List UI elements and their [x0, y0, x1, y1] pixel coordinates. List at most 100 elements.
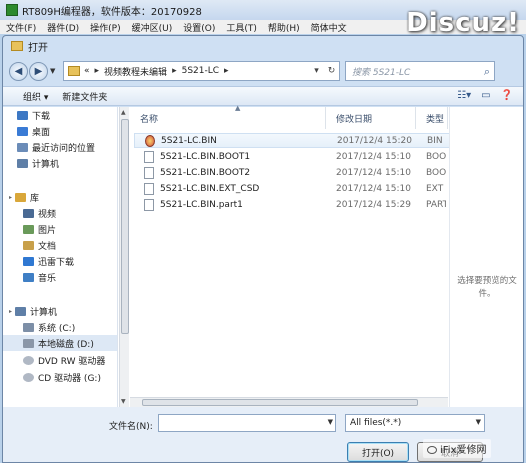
breadcrumb-overflow[interactable]: « — [84, 66, 90, 76]
file-type-select[interactable]: All files(*.*) ▼ — [345, 414, 485, 432]
scrollbar-thumb[interactable] — [121, 119, 129, 334]
nav-item-label: 库 — [30, 193, 40, 204]
refresh-icon[interactable]: ↻ — [324, 66, 339, 76]
menu-buffer[interactable]: 缓冲区(U) — [132, 21, 173, 34]
nav-item-label: 系统 (C:) — [38, 323, 76, 334]
programmer-file-icon — [145, 134, 155, 147]
search-placeholder: 搜索 5S21-LC — [352, 67, 411, 78]
library-icon — [15, 192, 27, 202]
nav-item-label: 计算机 — [30, 307, 58, 318]
scroll-down-icon[interactable]: ▼ — [121, 398, 126, 405]
view-options-icon[interactable]: ☷▾ — [457, 90, 471, 101]
nav-item-label: 图片 — [38, 225, 57, 236]
expand-icon[interactable]: ▸ — [9, 308, 12, 315]
breadcrumb-item[interactable]: 5S21-LC — [182, 66, 219, 76]
download-icon — [17, 110, 28, 120]
search-icon[interactable]: ⌕ — [484, 65, 490, 79]
menu-help[interactable]: 帮助(H) — [268, 21, 300, 34]
horizontal-scrollbar[interactable] — [130, 397, 448, 407]
nav-item-videos[interactable]: 视频 — [23, 205, 56, 221]
nav-item-xunlei[interactable]: 迅雷下载 — [23, 253, 74, 269]
nav-item-desktop[interactable]: 桌面 — [17, 123, 50, 139]
file-row[interactable]: 5S21-LC.BIN.EXT_CSD 2017/12/4 15:10 EXT — [134, 181, 450, 196]
nav-item-documents[interactable]: 文档 — [23, 237, 56, 253]
dialog-footer: 文件名(N): ▼ All files(*.*) ▼ 打开(O) 取消 iFix… — [3, 407, 523, 462]
chevron-down-icon[interactable]: ▼ — [328, 418, 333, 426]
search-input[interactable]: 搜索 5S21-LC ⌕ — [345, 61, 495, 81]
file-type: EXT — [426, 183, 444, 194]
recent-dropdown-icon[interactable]: ▼ — [50, 67, 55, 75]
nav-item-label: 文档 — [38, 241, 57, 252]
forward-button[interactable]: ▶ — [29, 61, 48, 81]
file-icon — [144, 182, 154, 195]
file-icon — [144, 150, 154, 163]
file-date: 2017/12/4 15:10 — [336, 167, 411, 178]
nav-item-label: 迅雷下载 — [38, 257, 75, 268]
column-header-type[interactable]: 类型 — [416, 107, 448, 129]
folder-icon — [68, 66, 80, 76]
filename-input[interactable]: ▼ — [158, 414, 336, 432]
chevron-down-icon[interactable]: ▼ — [476, 418, 481, 426]
nav-item-downloads[interactable]: 下载 — [17, 107, 50, 123]
file-row[interactable]: 5S21-LC.BIN.BOOT1 2017/12/4 15:10 BOOT — [134, 149, 450, 164]
help-icon[interactable]: ❓ — [501, 90, 513, 101]
open-dialog: 打开 ◀ ▶ ▼ « ▸ 视频教程未编辑 ▸ 5S21-LC ▸ ▾ ↻ 搜索 … — [2, 35, 524, 463]
breadcrumb-separator-icon[interactable]: ▸ — [224, 66, 229, 76]
preview-pane-icon[interactable]: ▭ — [481, 90, 490, 101]
address-bar[interactable]: « ▸ 视频教程未编辑 ▸ 5S21-LC ▸ ▾ ↻ — [63, 61, 340, 81]
nav-item-cd[interactable]: CD 驱动器 (G:) — [23, 369, 101, 385]
file-type-value: All files(*.*) — [350, 418, 402, 428]
file-type: BOOT — [426, 151, 446, 162]
nav-item-pictures[interactable]: 图片 — [23, 221, 56, 237]
menu-operation[interactable]: 操作(P) — [90, 21, 120, 34]
menu-file[interactable]: 文件(F) — [6, 21, 36, 34]
dvd-icon — [23, 355, 34, 365]
nav-scrollbar[interactable]: ▲ ▼ — [119, 107, 129, 407]
nav-item-music[interactable]: 音乐 — [23, 269, 56, 285]
computer-icon — [17, 158, 28, 168]
address-dropdown-icon[interactable]: ▾ — [309, 66, 324, 76]
nav-item-dvd[interactable]: DVD RW 驱动器 — [23, 352, 105, 368]
breadcrumb-separator-icon[interactable]: ▸ — [95, 66, 100, 76]
address-row: ◀ ▶ ▼ « ▸ 视频教程未编辑 ▸ 5S21-LC ▸ ▾ ↻ 搜索 5S2… — [3, 58, 523, 84]
nav-item-label: 最近访问的位置 — [32, 143, 96, 154]
organize-button[interactable]: 组织 ▾ — [23, 90, 48, 103]
file-type: BOOT — [426, 167, 446, 178]
music-icon — [23, 272, 34, 282]
nav-item-recent[interactable]: 最近访问的位置 — [17, 139, 95, 155]
breadcrumb-separator-icon[interactable]: ▸ — [172, 66, 177, 76]
menu-settings[interactable]: 设置(O) — [183, 21, 215, 34]
file-row[interactable]: 5S21-LC.BIN.BOOT2 2017/12/4 15:10 BOOT — [134, 165, 450, 180]
menu-tools[interactable]: 工具(T) — [226, 21, 257, 34]
file-date: 2017/12/4 15:10 — [336, 183, 411, 194]
open-button[interactable]: 打开(O) — [347, 442, 409, 462]
nav-item-label: 音乐 — [38, 273, 57, 284]
file-date: 2017/12/4 15:20 — [337, 135, 412, 146]
drive-icon — [23, 322, 34, 332]
nav-item-label: 本地磁盘 (D:) — [38, 339, 94, 350]
cd-icon — [23, 372, 34, 382]
file-date: 2017/12/4 15:10 — [336, 151, 411, 162]
new-folder-button[interactable]: 新建文件夹 — [62, 90, 107, 103]
back-button[interactable]: ◀ — [9, 61, 28, 81]
column-name-label: 名称 — [140, 114, 159, 125]
scrollbar-thumb[interactable] — [142, 399, 418, 406]
column-header-name[interactable]: 名称 — [130, 107, 326, 129]
file-row[interactable]: 5S21-LC.BIN.part1 2017/12/4 15:29 PART — [134, 197, 450, 212]
scroll-up-icon[interactable]: ▲ — [121, 109, 126, 116]
expand-icon[interactable]: ▸ — [9, 194, 12, 201]
video-icon — [23, 208, 34, 218]
discuz-watermark: Discuz! — [406, 8, 520, 38]
file-name: 5S21-LC.BIN.BOOT2 — [160, 167, 251, 178]
file-row[interactable]: 5S21-LC.BIN 2017/12/4 15:20 BIN — [134, 133, 450, 148]
menu-language[interactable]: 简体中文 — [311, 21, 347, 34]
nav-item-drive-c[interactable]: 系统 (C:) — [23, 319, 75, 335]
nav-item-computer[interactable]: ▸ 计算机 — [9, 303, 57, 319]
nav-item-computer-fav[interactable]: 计算机 — [17, 155, 59, 171]
nav-item-drive-d[interactable]: 本地磁盘 (D:) — [3, 335, 117, 351]
column-header-date[interactable]: 修改日期 — [326, 107, 416, 129]
file-date: 2017/12/4 15:29 — [336, 199, 411, 210]
breadcrumb-item[interactable]: 视频教程未编辑 — [104, 65, 167, 78]
menu-device[interactable]: 器件(D) — [47, 21, 79, 34]
nav-item-library[interactable]: ▸ 库 — [9, 189, 39, 205]
